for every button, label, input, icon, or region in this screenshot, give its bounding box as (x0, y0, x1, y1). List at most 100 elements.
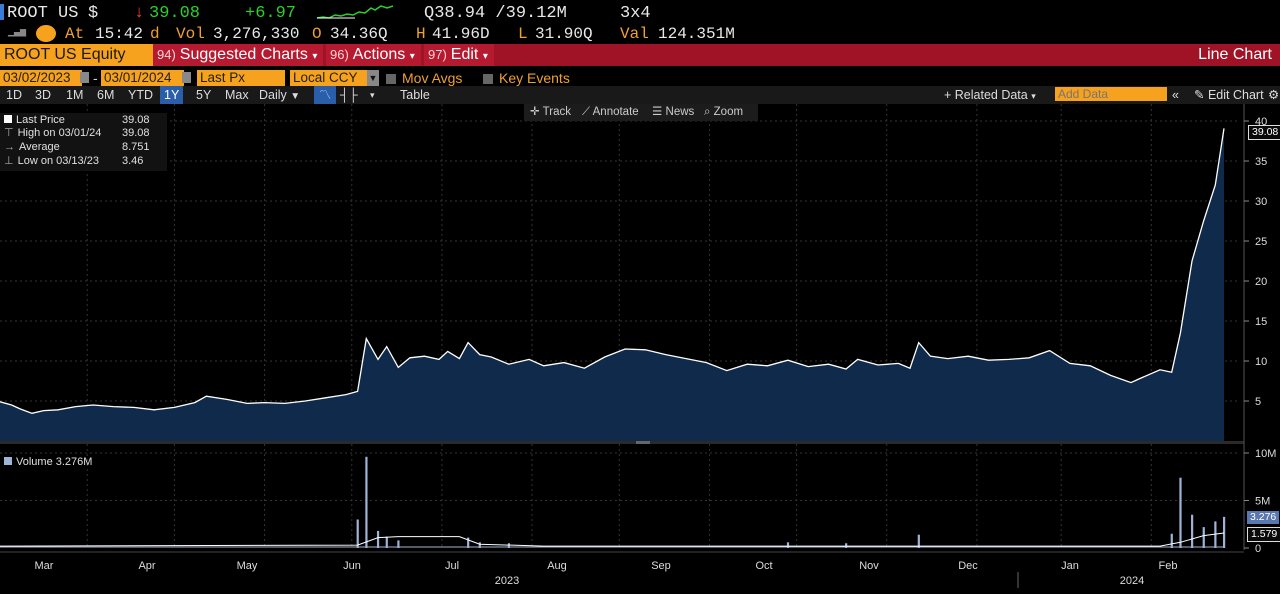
volume-bar (507, 543, 510, 548)
field-select[interactable]: Last Px (197, 70, 285, 86)
panel-divider (0, 441, 1244, 444)
edit-menu[interactable]: 97) Edit ▾ (424, 44, 494, 66)
menu-label: Suggested Charts (179, 46, 308, 63)
currency-select[interactable]: Local CCY (290, 70, 368, 86)
month-label: Oct (755, 560, 772, 572)
add-data-input[interactable] (1055, 87, 1167, 101)
open-label: O (312, 25, 322, 43)
track-label: Track (542, 106, 571, 118)
vol-label: Vol (176, 25, 205, 43)
price-change: +6.97 (245, 4, 297, 23)
volume-bar (376, 530, 380, 548)
edit-chart-label: Edit Chart (1207, 88, 1264, 102)
line-chart-icon[interactable]: 〽 (314, 86, 336, 104)
caret-down-icon: ▼ (290, 91, 301, 102)
quote-header: ROOT US $ ↓ 39.08 +6.97 Q38.94 /39.12M 3… (0, 0, 1280, 26)
start-date-field[interactable]: 03/02/2023 (0, 70, 82, 86)
volume-bar (365, 456, 368, 548)
legend-label: Average (19, 141, 60, 153)
period-max[interactable]: Max (225, 86, 249, 104)
crosshair-icon: ✛ (530, 106, 540, 118)
frequency-label: Daily (259, 88, 287, 102)
high-label: H (416, 25, 426, 43)
caret-down-icon: ▾ (482, 51, 488, 62)
price-tick-label: 25 (1255, 236, 1267, 248)
suggested-charts-menu[interactable]: 94) Suggested Charts ▾ (153, 44, 324, 66)
period-3d[interactable]: 3D (35, 86, 51, 104)
period-ytd[interactable]: YTD (128, 86, 153, 104)
month-label: Feb (1159, 560, 1178, 572)
tab-number: 96) (330, 47, 349, 62)
menu-label: Edit (450, 46, 479, 63)
caret-down-icon: ▾ (1031, 91, 1036, 101)
volume-bar (356, 519, 359, 548)
bar-chart-icon[interactable]: ┤├ (340, 86, 358, 104)
volume-ma-tag: 1.579 (1247, 527, 1280, 542)
month-label: Sep (651, 560, 671, 572)
mov-avgs-toggle[interactable]: Mov Avgs (386, 70, 462, 86)
period-1d[interactable]: 1D (6, 86, 22, 104)
annotate-tool[interactable]: ⟋ Annotate (582, 104, 639, 121)
period-5y[interactable]: 5Y (196, 86, 211, 104)
val-label: Val (620, 25, 649, 43)
last-price: 39.08 (149, 4, 201, 23)
panel-resize-handle (636, 441, 650, 444)
period-1m[interactable]: 1M (66, 86, 83, 104)
period-toolbar: 1D 3D 1M 6M YTD 1Y 5Y Max Daily ▼ 〽 ┤├ ▾… (0, 86, 1280, 104)
legend-high: ⊤ High on 03/01/24 39.08 (4, 127, 164, 141)
pen-icon: ⟋ (582, 106, 591, 118)
volume-bar (1202, 527, 1205, 548)
chart-mini-icon: ▁▃▅ (8, 27, 27, 38)
volume-bar (478, 542, 481, 548)
dropdown-arrow-icon[interactable]: ▼ (367, 70, 379, 86)
price-area-fill (0, 128, 1224, 441)
average-marker-icon: → (4, 141, 15, 153)
chart-settings: 03/02/2023 - 03/01/2024 Last Px Local CC… (0, 69, 1280, 87)
price-tick-label: 20 (1255, 276, 1267, 288)
actions-menu[interactable]: 96) Actions ▾ (326, 44, 421, 66)
chart-style-dropdown-icon[interactable]: ▾ (370, 86, 375, 104)
price-area-series (0, 128, 1225, 441)
legend-average: → Average 8.751 (4, 141, 164, 155)
month-label: Apr (138, 560, 155, 572)
legend-value: 3.46 (122, 155, 144, 167)
collapse-icon[interactable]: « (1172, 86, 1179, 104)
quote-details: ▁▃▅ At 15:42 d Vol 3,276,330 O 34.36Q H … (0, 24, 1280, 44)
security-field[interactable]: ROOT US Equity (0, 44, 157, 66)
price-tick-label: 30 (1255, 196, 1267, 208)
intraday-sparkline-icon (316, 5, 394, 19)
zoom-tool[interactable]: ⌕ Zoom (704, 104, 743, 121)
date-separator: - (93, 70, 98, 86)
related-data-label: + Related Data (944, 88, 1028, 102)
volume-bar (1179, 477, 1182, 548)
low-marker-icon: ⊥ (4, 155, 14, 167)
function-menubar: ROOT US Equity 94) Suggested Charts ▾ 96)… (0, 44, 1280, 66)
calendar-icon[interactable] (80, 72, 89, 83)
frequency-select[interactable]: Daily ▼ (259, 86, 300, 104)
calendar-icon[interactable] (182, 72, 191, 83)
bid-ask-size: 3x4 (620, 4, 651, 23)
high-value: 41.96D (432, 25, 490, 43)
legend-value: 39.08 (122, 127, 150, 139)
edit-chart-button[interactable]: ✎ Edit Chart (1194, 86, 1264, 104)
ticker[interactable]: ROOT US (7, 4, 78, 23)
gear-icon[interactable]: ⚙ (1268, 86, 1279, 104)
security-label: ROOT US Equity (4, 46, 126, 63)
volume-series (0, 456, 1226, 548)
period-6m[interactable]: 6M (97, 86, 114, 104)
key-events-toggle[interactable]: Key Events (483, 70, 570, 86)
legend-low: ⊥ Low on 03/13/23 3.46 (4, 155, 164, 169)
end-date-field[interactable]: 03/01/2024 (101, 70, 184, 86)
period-1y-selected[interactable]: 1Y (160, 86, 184, 104)
at-label: At (65, 25, 85, 43)
currency-symbol: $ (88, 4, 99, 23)
volume-legend-label: Volume 3.276M (16, 456, 93, 468)
table-button[interactable]: Table (400, 86, 430, 104)
related-data-menu[interactable]: + Related Data ▾ (944, 86, 1036, 104)
news-tool[interactable]: ☰ News (652, 104, 694, 121)
track-tool[interactable]: ✛ Track (530, 104, 571, 121)
month-label: Jul (445, 560, 459, 572)
month-label: Dec (958, 560, 978, 572)
month-label: Jan (1061, 560, 1079, 572)
legend-label: High on 03/01/24 (17, 127, 102, 139)
